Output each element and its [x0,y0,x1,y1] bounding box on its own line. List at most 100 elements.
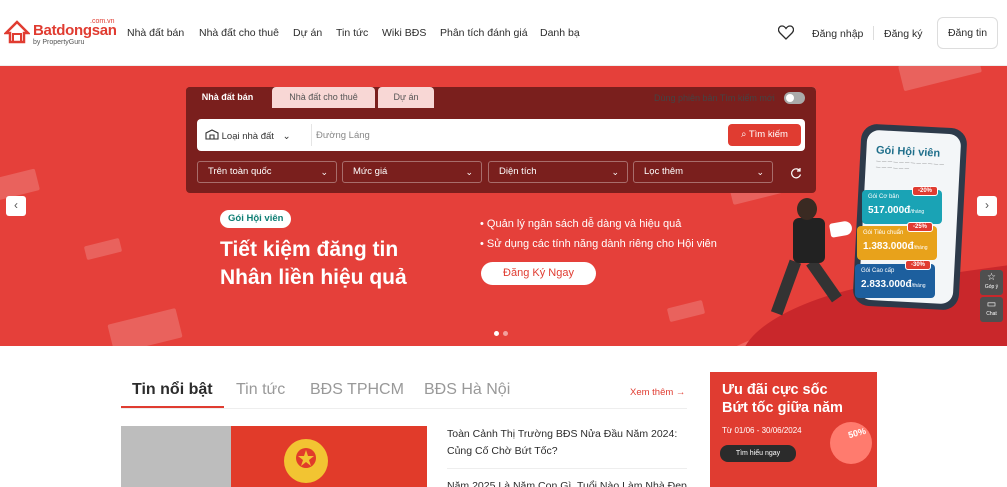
plan-card-premium: -30% Gói Cao cấp 2.833.000đ/tháng [855,260,935,298]
feedback-label: Góp ý [984,284,999,290]
deco-tag [83,237,123,261]
plan-price-unit: /tháng [911,283,926,289]
register-now-button[interactable]: Đăng Ký Ngay [481,262,596,285]
news-tab-hanoi[interactable]: BĐS Hà Nội [424,381,510,399]
news-item-title[interactable]: Toàn Cảnh Thị Trường BĐS Nửa Đầu Năm 202… [447,426,687,460]
person-illustration [797,198,817,220]
news-tabs-line [121,408,687,409]
filter-more-label: Lọc thêm [644,166,684,177]
chevron-down-icon: ⌄ [611,167,619,177]
membership-pill: Gói Hội viên [220,210,292,228]
logo-icon[interactable] [4,19,30,45]
register-link[interactable]: Đăng ký [884,28,923,40]
plan-name: Gói Cơ bản [868,194,899,200]
banner-headline-1: Tiết kiệm đăng tin [220,238,399,261]
plan-price: 2.833.000đ/tháng [861,279,926,290]
nav-tin-tuc[interactable]: Tin tức [336,27,368,39]
thumbnail-photo [121,426,231,487]
chat-icon: ▭ [986,299,997,310]
view-more-link[interactable]: Xem thêm → [630,387,685,398]
promo-dates: Từ 01/06 - 30/06/2024 [722,426,802,435]
chevron-down-icon: ⌄ [465,167,473,177]
carousel-next-button[interactable]: › [977,196,997,216]
logo-subtitle: by PropertyGuru [33,39,85,46]
plan-name: Gói Cao cấp [861,268,895,274]
new-search-toggle-label: Dùng phiên bản Tìm kiếm mới [654,93,775,103]
plan-price-value: 517.000đ [868,205,911,216]
nav-du-an[interactable]: Dự án [293,27,322,39]
plan-price-value: 2.833.000đ [861,279,912,290]
chevron-down-icon: ⌄ [282,131,291,142]
chevron-right-icon: › [985,198,989,212]
news-tab-hcm[interactable]: BĐS TPHCM [310,381,404,399]
plan-discount: -20% [911,186,938,196]
property-type-select[interactable]: Loại nhà đất ⌄ [205,129,291,142]
banner-headline-2: Nhân liền hiệu quả [220,266,407,289]
carousel-dot[interactable] [503,331,508,336]
plan-price-unit: /tháng [913,245,928,251]
nav-danh-ba[interactable]: Danh bạ [540,27,580,39]
chevron-left-icon: ‹ [14,198,18,212]
news-tab-featured[interactable]: Tin nổi bật [132,381,213,399]
heart-icon[interactable] [778,25,794,40]
logo-domain: .com.vn [90,18,115,25]
plan-card-basic: -20% Gói Cơ bản 517.000đ/tháng [862,186,942,224]
login-link[interactable]: Đăng nhập [812,28,863,40]
chat-label: Chat [986,311,997,317]
property-type-label: Loại nhà đất [221,131,274,142]
news-tab-news[interactable]: Tin tức [236,381,285,399]
deco-tag [898,66,982,92]
plan-discount: -30% [904,260,931,270]
promo-title-1: Ưu đãi cực sốc [722,382,828,398]
plan-price-value: 1.383.000đ [863,241,914,252]
plan-name: Gói Tiêu chuẩn [863,230,904,236]
plan-price: 517.000đ/tháng [868,205,924,216]
deco-tag [107,307,183,346]
active-tab-indicator [121,406,224,408]
news-item-title[interactable]: Năm 2025 Là Năm Con Gì, Tuổi Nào Làm Nhà… [447,478,687,487]
new-search-toggle[interactable] [784,92,805,104]
star-icon: ☆ [987,272,996,283]
post-listing-button[interactable]: Đăng tin [937,17,998,49]
search-button-label: Tìm kiếm [748,129,788,140]
site-header: Batdongsan .com.vn by PropertyGuru Nhà đ… [0,0,1007,66]
search-input[interactable] [316,124,716,146]
plan-price-unit: /tháng [910,209,925,215]
chevron-down-icon: ⌄ [756,167,764,177]
tab-nha-dat-ban[interactable]: Nhà đất bán [186,87,269,108]
header-divider [873,26,874,40]
news-divider [447,468,687,469]
banner-bullet-text: Quản lý ngân sách dễ dàng và hiệu quả [486,218,682,230]
filter-location-label: Trên toàn quốc [208,166,272,177]
carousel-dot[interactable] [494,331,499,336]
promo-learn-more-button[interactable]: Tìm hiểu ngay [720,445,796,462]
reset-filters-icon[interactable] [790,167,802,179]
nav-nha-dat-ban[interactable]: Nhà đất bán [127,27,184,39]
feedback-button[interactable]: ☆ Góp ý [980,270,1003,295]
nav-phan-tich[interactable]: Phân tích đánh giá [440,27,528,39]
deco-tag [666,299,706,323]
promo-title-2: Bứt tốc giữa năm [722,400,843,416]
carousel-prev-button[interactable]: ‹ [6,196,26,216]
nav-nha-dat-cho-thue[interactable]: Nhà đất cho thuê [199,27,279,39]
tab-du-an[interactable]: Dự án [378,87,434,108]
chat-button[interactable]: ▭ Chat [980,297,1003,322]
filter-price-label: Mức giá [353,166,388,177]
banner-bullet: • Sử dụng các tính năng dành riêng cho H… [480,238,717,250]
emblem-icon [284,439,328,483]
building-icon [205,129,219,140]
plan-card-standard: -25% Gói Tiêu chuẩn 1.383.000đ/tháng [857,222,937,260]
filter-more[interactable]: Lọc thêm ⌄ [633,161,773,183]
filter-location[interactable]: Trên toàn quốc ⌄ [197,161,337,183]
filter-area[interactable]: Diện tích ⌄ [488,161,628,183]
search-button[interactable]: ⌕ Tìm kiếm [728,124,801,146]
news-thumbnail[interactable] [121,426,427,487]
banner-bullet-text: Sử dụng các tính năng dành riêng cho Hội… [486,238,717,250]
filter-price[interactable]: Mức giá ⌄ [342,161,482,183]
banner-bullet: • Quản lý ngân sách dễ dàng và hiệu quả [480,218,682,230]
nav-wiki-bds[interactable]: Wiki BĐS [382,27,426,39]
search-icon: ⌕ [741,129,747,140]
chevron-down-icon: ⌄ [320,167,328,177]
plan-price: 1.383.000đ/tháng [863,241,928,252]
tab-nha-dat-cho-thue[interactable]: Nhà đất cho thuê [272,87,375,108]
